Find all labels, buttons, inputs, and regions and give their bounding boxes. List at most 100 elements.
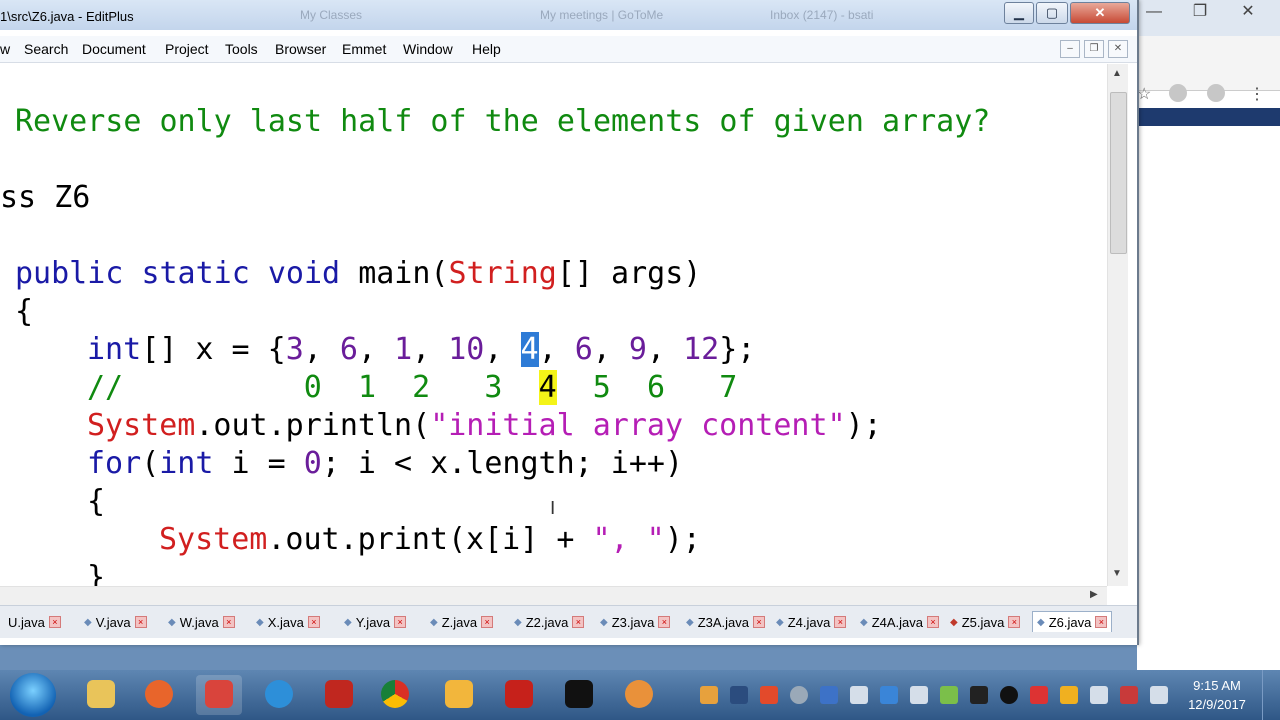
menu-item-help[interactable]: Help	[472, 41, 501, 57]
file-icon: ◆	[514, 616, 522, 628]
tab-close-icon[interactable]: ×	[572, 616, 585, 628]
tray-icon[interactable]	[1000, 686, 1018, 704]
menu-item-tools[interactable]: Tools	[225, 41, 258, 57]
menu-item-search[interactable]: Search	[24, 41, 68, 57]
tray-icon[interactable]	[1120, 686, 1138, 704]
bookmark-star-icon[interactable]: ☆	[1137, 84, 1155, 103]
code-line-brace2: {	[87, 484, 106, 519]
tab-close-icon[interactable]: ×	[481, 616, 494, 628]
clock-date: 12/9/2017	[1188, 697, 1246, 712]
file-icon: ◆	[1037, 616, 1045, 628]
ghost-tab: My Classes	[300, 8, 363, 22]
doc-restore-button[interactable]: ❐	[1084, 40, 1104, 58]
tab-close-icon[interactable]: ×	[1095, 616, 1108, 628]
doc-close-button[interactable]: ✕	[1108, 40, 1128, 58]
scroll-down-icon[interactable]: ▼	[1112, 568, 1122, 579]
extension-icon[interactable]	[1207, 84, 1225, 102]
bg-restore-icon[interactable]: ❐	[1183, 2, 1217, 22]
tray-icon[interactable]	[880, 686, 898, 704]
file-tab[interactable]: ◆ Z3.java ×	[600, 612, 671, 632]
file-tab[interactable]: ◆ Z5.java ×	[950, 612, 1021, 632]
network-icon[interactable]	[910, 686, 928, 704]
file-tab[interactable]: ◆ V.java ×	[84, 612, 147, 632]
close-button[interactable]: ✕	[1070, 2, 1130, 24]
text-cursor-icon: I	[550, 498, 556, 519]
tab-close-icon[interactable]: ×	[134, 616, 147, 628]
code-editor[interactable]: Reverse only last half of the elements o…	[0, 64, 1107, 586]
menu-item-project[interactable]: Project	[165, 41, 209, 57]
vertical-scrollbar[interactable]: ▲ ▼	[1107, 64, 1128, 586]
tab-close-icon[interactable]: ×	[48, 616, 61, 628]
file-tab[interactable]: ◆ Z4A.java ×	[860, 612, 940, 632]
bg-minimize-icon[interactable]: —	[1137, 2, 1171, 22]
scroll-right-icon[interactable]: ▶	[1090, 589, 1098, 600]
ghost-tab: My meetings | GoToMe	[540, 8, 664, 22]
extension-icon[interactable]	[1169, 84, 1187, 102]
tray-icon[interactable]	[730, 686, 748, 704]
highlight-mark: 4	[538, 370, 557, 405]
tab-close-icon[interactable]: ×	[753, 616, 766, 628]
taskbar-filezilla-icon[interactable]	[316, 675, 362, 715]
file-tab[interactable]: ◆ X.java ×	[256, 612, 320, 632]
taskbar-outlook-icon[interactable]	[436, 675, 482, 715]
tray-icon[interactable]	[790, 686, 808, 704]
taskbar-settings-icon[interactable]	[616, 675, 662, 715]
bluetooth-icon[interactable]	[820, 686, 838, 704]
menu-item-window[interactable]: Window	[403, 41, 453, 57]
text-selection: 4	[520, 332, 539, 367]
start-button-icon[interactable]	[10, 673, 56, 717]
maximize-button[interactable]: ▢	[1036, 2, 1068, 24]
scroll-up-icon[interactable]: ▲	[1112, 68, 1122, 79]
background-browser-window: — ❐ ✕ ☆ ⋮	[1137, 0, 1280, 670]
file-tab-bar: U.java × ◆ V.java × ◆ W.java × ◆ X.java × ◆ Y.ja…	[0, 605, 1137, 638]
horizontal-scrollbar[interactable]: ▶	[0, 586, 1107, 605]
file-tab-active[interactable]: ◆ Z6.java ×	[1032, 611, 1113, 632]
flag-icon[interactable]	[1150, 686, 1168, 704]
menu-item-emmet[interactable]: Emmet	[342, 41, 386, 57]
file-tab[interactable]: ◆ Z3A.java ×	[686, 612, 766, 632]
file-icon: ◆	[84, 616, 92, 628]
taskbar-cmd-icon[interactable]	[556, 675, 602, 715]
menu-item-view[interactable]: w	[0, 41, 10, 57]
file-icon: ◆	[168, 616, 176, 628]
tray-icon[interactable]	[940, 686, 958, 704]
volume-icon[interactable]	[850, 686, 868, 704]
taskbar-acrobat-icon[interactable]	[496, 675, 542, 715]
tray-icon[interactable]	[970, 686, 988, 704]
taskbar-explorer-icon[interactable]	[78, 675, 124, 715]
file-tab[interactable]: U.java ×	[8, 612, 61, 632]
taskbar-ie-icon[interactable]	[256, 675, 302, 715]
file-icon: ◆	[600, 616, 608, 628]
tab-close-icon[interactable]: ×	[1008, 616, 1021, 628]
menu-dots-icon[interactable]: ⋮	[1249, 84, 1267, 103]
tab-close-icon[interactable]: ×	[222, 616, 235, 628]
system-clock[interactable]: 9:15 AM 12/9/2017	[1180, 676, 1254, 714]
file-icon: ◆	[430, 616, 438, 628]
menu-item-browser[interactable]: Browser	[275, 41, 326, 57]
tray-icon[interactable]	[1030, 686, 1048, 704]
code-line-main: public static void main(String[] args)	[15, 256, 702, 291]
tray-icon[interactable]	[700, 686, 718, 704]
file-tab[interactable]: ◆ Y.java ×	[344, 612, 407, 632]
tab-close-icon[interactable]: ×	[394, 616, 407, 628]
taskbar-firefox-icon[interactable]	[136, 675, 182, 715]
menu-item-document[interactable]: Document	[82, 41, 146, 57]
tray-icon[interactable]	[760, 686, 778, 704]
doc-minimize-button[interactable]: –	[1060, 40, 1080, 58]
file-tab[interactable]: ◆ Z.java ×	[430, 612, 494, 632]
file-tab[interactable]: ◆ Z4.java ×	[776, 612, 847, 632]
tab-close-icon[interactable]: ×	[834, 616, 847, 628]
file-tab[interactable]: ◆ Z2.java ×	[514, 612, 585, 632]
tray-icon[interactable]	[1060, 686, 1078, 704]
minimize-button[interactable]: ▁	[1004, 2, 1034, 24]
tab-close-icon[interactable]: ×	[307, 616, 320, 628]
tab-close-icon[interactable]: ×	[658, 616, 671, 628]
scroll-thumb[interactable]	[1110, 92, 1127, 254]
tray-icon[interactable]	[1090, 686, 1108, 704]
file-tab[interactable]: ◆ W.java ×	[168, 612, 235, 632]
show-desktop-button[interactable]	[1262, 670, 1280, 720]
taskbar-chrome-icon[interactable]	[372, 675, 418, 715]
tab-close-icon[interactable]: ×	[927, 616, 940, 628]
taskbar-editplus-icon[interactable]	[196, 675, 242, 715]
bg-close-icon[interactable]: ✕	[1231, 2, 1265, 22]
